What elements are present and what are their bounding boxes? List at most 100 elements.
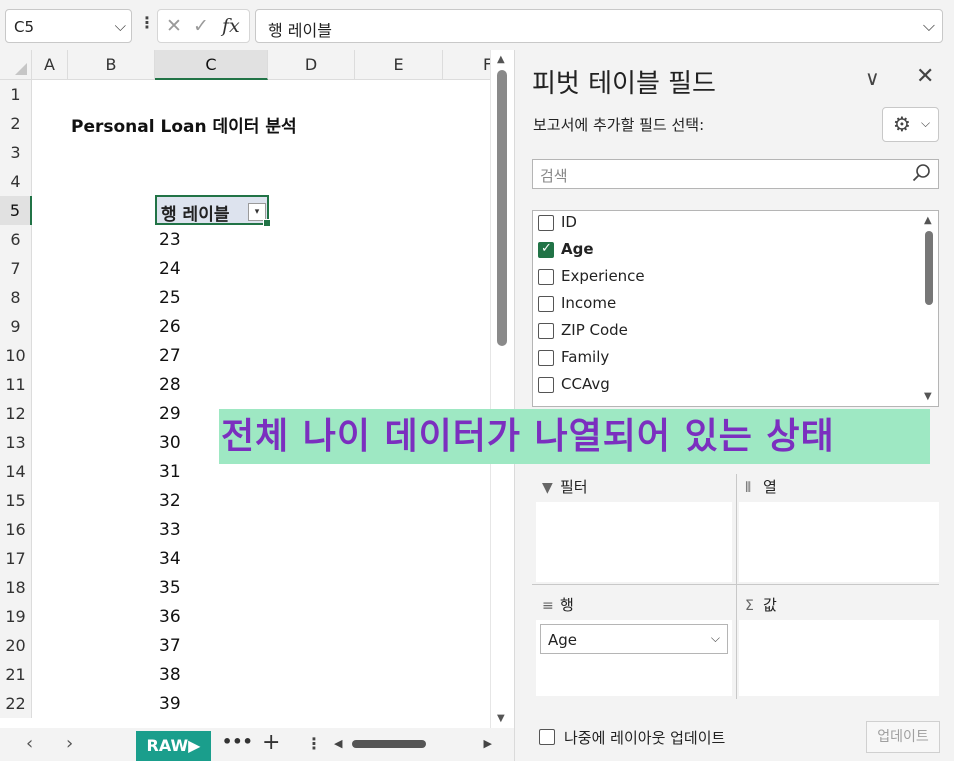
age-cell[interactable]: 37 xyxy=(159,636,181,656)
field-checkbox[interactable] xyxy=(538,350,554,366)
field-item-income[interactable]: Income xyxy=(538,292,908,319)
row-header[interactable]: 6 xyxy=(0,225,32,254)
age-cell[interactable]: 36 xyxy=(159,607,181,627)
age-cell[interactable]: 23 xyxy=(159,230,181,250)
field-item-age[interactable]: Age xyxy=(538,238,908,265)
defer-layout-checkbox[interactable] xyxy=(539,729,555,745)
field-checkbox[interactable] xyxy=(538,215,554,231)
add-sheet-button[interactable]: + xyxy=(262,730,280,755)
field-item-family[interactable]: Family xyxy=(538,346,908,373)
row-header[interactable]: 15 xyxy=(0,486,32,515)
search-icon[interactable] xyxy=(912,163,932,183)
field-item-experience[interactable]: Experience xyxy=(538,265,908,292)
row-header[interactable]: 19 xyxy=(0,602,32,631)
row-header[interactable]: 13 xyxy=(0,428,32,457)
age-cell[interactable]: 25 xyxy=(159,288,181,308)
row-header[interactable]: 18 xyxy=(0,573,32,602)
field-item-ccavg[interactable]: CCAvg xyxy=(538,373,908,400)
worksheet-grid[interactable]: A B C D E F 1 2 3 4 5 6 7 8 9 10 11 12 1… xyxy=(0,50,514,728)
row-header[interactable]: 21 xyxy=(0,660,32,689)
age-cell[interactable]: 38 xyxy=(159,665,181,685)
field-checkbox[interactable] xyxy=(538,269,554,285)
field-checkbox[interactable] xyxy=(538,323,554,339)
scroll-right-icon[interactable]: ▶ xyxy=(484,737,492,750)
row-header[interactable]: 10 xyxy=(0,341,32,370)
row-header[interactable]: 16 xyxy=(0,515,32,544)
values-drop-zone[interactable] xyxy=(739,620,939,696)
more-sheets-icon[interactable]: ••• xyxy=(222,732,253,751)
column-header-e[interactable]: E xyxy=(355,50,443,80)
age-cell[interactable]: 28 xyxy=(159,375,181,395)
column-header-a[interactable]: A xyxy=(32,50,68,80)
select-all-button[interactable] xyxy=(0,50,32,80)
row-header[interactable]: 14 xyxy=(0,457,32,486)
row-header[interactable]: 2 xyxy=(0,109,32,138)
row-field-age[interactable]: Age ⌵ xyxy=(540,624,728,654)
field-search-input[interactable]: 검색 xyxy=(532,159,939,189)
cancel-icon[interactable]: ✕ xyxy=(166,15,182,37)
next-sheet-icon[interactable]: › xyxy=(66,733,73,754)
field-item-id[interactable]: ID xyxy=(538,211,908,238)
scroll-down-icon[interactable]: ▼ xyxy=(924,391,932,402)
chevron-down-icon[interactable]: ⌵ xyxy=(115,17,126,35)
field-list-scrollbar[interactable]: ▲ ▼ xyxy=(920,211,938,406)
filters-drop-zone[interactable] xyxy=(536,502,732,582)
age-cell[interactable]: 27 xyxy=(159,346,181,366)
collapse-panel-icon[interactable]: ∨ xyxy=(865,66,880,90)
column-header-d[interactable]: D xyxy=(268,50,355,80)
horizontal-scrollbar[interactable]: ◀ ▶ xyxy=(334,737,492,751)
row-header[interactable]: 20 xyxy=(0,631,32,660)
row-header[interactable]: 5 xyxy=(0,196,32,225)
column-header-c[interactable]: C xyxy=(155,50,268,80)
close-icon[interactable]: ✕ xyxy=(916,64,934,89)
row-header[interactable]: 7 xyxy=(0,254,32,283)
pivot-row-label-cell[interactable]: 행 레이블 ▾ xyxy=(155,195,271,227)
scroll-left-icon[interactable]: ◀ xyxy=(334,737,342,750)
row-header[interactable]: 22 xyxy=(0,689,32,718)
scrollbar-thumb[interactable] xyxy=(497,70,507,346)
enter-icon[interactable]: ✓ xyxy=(193,15,209,37)
scroll-down-icon[interactable]: ▼ xyxy=(497,713,505,724)
expand-formula-icon[interactable]: ⌵ xyxy=(923,16,935,36)
more-vertical-icon[interactable]: ⋮ xyxy=(139,13,155,32)
settings-button[interactable]: ⚙ ⌵ xyxy=(882,107,939,142)
name-box[interactable]: C5 ⌵ xyxy=(5,9,132,43)
insert-function-icon[interactable]: fx xyxy=(222,15,240,37)
age-cell[interactable]: 26 xyxy=(159,317,181,337)
age-cell[interactable]: 32 xyxy=(159,491,181,511)
row-header[interactable]: 3 xyxy=(0,138,32,167)
report-title-cell[interactable]: Personal Loan 데이터 분석 xyxy=(71,112,297,137)
age-cell[interactable]: 34 xyxy=(159,549,181,569)
row-header[interactable]: 1 xyxy=(0,80,32,109)
field-item-zip-code[interactable]: ZIP Code xyxy=(538,319,908,346)
row-header[interactable]: 11 xyxy=(0,370,32,399)
update-button[interactable]: 업데이트 xyxy=(866,721,940,753)
horizontal-scrollbar-thumb[interactable] xyxy=(352,740,426,748)
field-checkbox-checked[interactable] xyxy=(538,241,554,258)
columns-drop-zone[interactable] xyxy=(739,502,939,582)
row-header[interactable]: 9 xyxy=(0,312,32,341)
age-cell[interactable]: 33 xyxy=(159,520,181,540)
scrollbar-thumb[interactable] xyxy=(925,231,933,305)
row-header[interactable]: 8 xyxy=(0,283,32,312)
rows-drop-zone[interactable]: Age ⌵ xyxy=(536,620,732,696)
row-header[interactable]: 4 xyxy=(0,167,32,196)
field-checkbox[interactable] xyxy=(538,296,554,312)
prev-sheet-icon[interactable]: ‹ xyxy=(26,733,33,754)
age-cell[interactable]: 35 xyxy=(159,578,181,598)
age-cell[interactable]: 39 xyxy=(159,694,181,714)
age-cell[interactable]: 29 xyxy=(159,404,181,424)
row-header[interactable]: 17 xyxy=(0,544,32,573)
row-header[interactable]: 12 xyxy=(0,399,32,428)
formula-input[interactable]: 행 레이블 ⌵ xyxy=(255,9,943,43)
scroll-up-icon[interactable]: ▲ xyxy=(497,54,505,65)
sheet-options-icon[interactable]: ⋮ xyxy=(306,734,322,753)
column-header-b[interactable]: B xyxy=(68,50,155,80)
age-cell[interactable]: 31 xyxy=(159,462,181,482)
vertical-scrollbar[interactable]: ▲ ▼ xyxy=(490,50,514,728)
age-cell[interactable]: 30 xyxy=(159,433,181,453)
chevron-down-icon[interactable]: ⌵ xyxy=(711,631,720,646)
field-checkbox[interactable] xyxy=(538,377,554,393)
filter-dropdown-button[interactable]: ▾ xyxy=(248,203,266,221)
age-cell[interactable]: 24 xyxy=(159,259,181,279)
